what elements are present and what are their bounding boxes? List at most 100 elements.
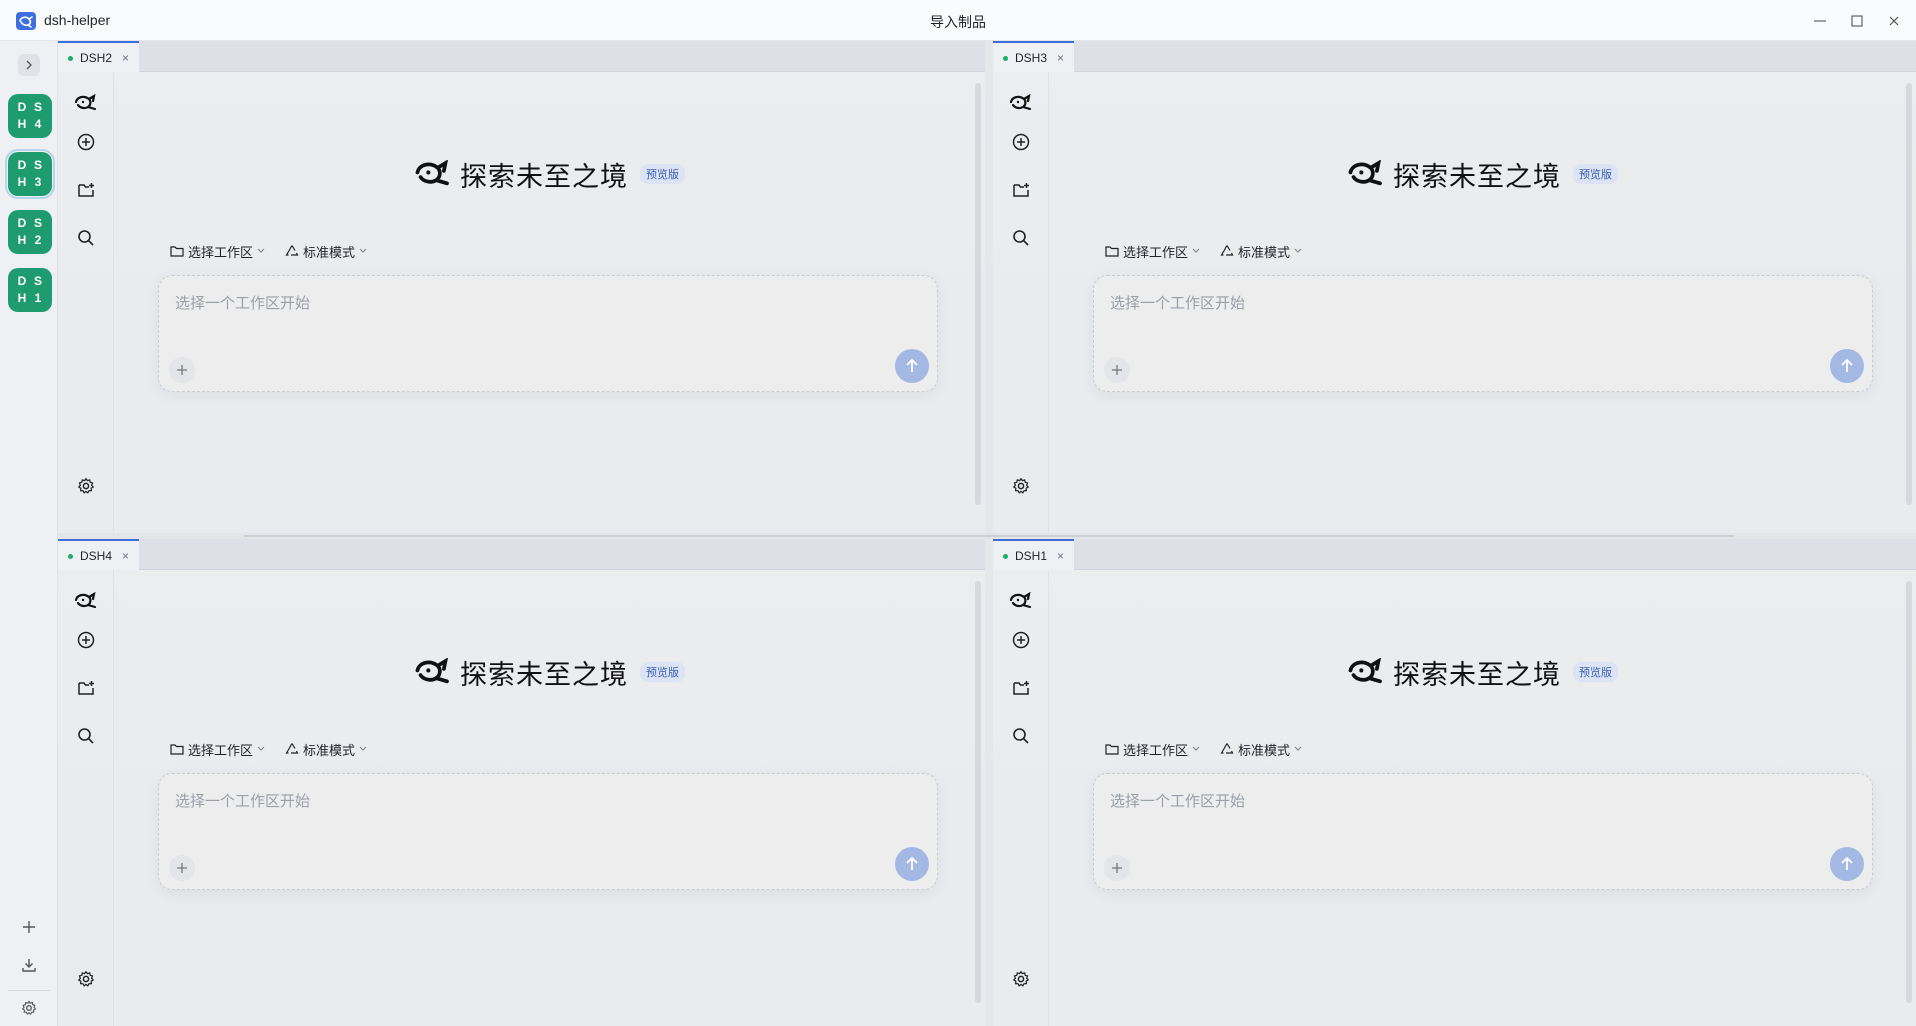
logo-icon <box>415 160 449 186</box>
workspace-letter: D <box>17 216 27 230</box>
add-folder-button[interactable] <box>1009 178 1033 202</box>
global-settings-button[interactable] <box>17 996 41 1020</box>
attach-button[interactable] <box>169 357 195 383</box>
add-folder-button[interactable] <box>1009 676 1033 700</box>
send-button[interactable] <box>1830 349 1864 383</box>
tab-dsh1[interactable]: DSH1 × <box>993 539 1075 570</box>
preview-badge: 预览版 <box>640 164 685 184</box>
pane-settings-button[interactable] <box>74 474 98 498</box>
search-button[interactable] <box>74 724 98 748</box>
send-button[interactable] <box>895 847 929 881</box>
mode-select[interactable]: 标准模式 <box>1220 242 1302 261</box>
workspace-dsh1[interactable]: D S H 1 <box>8 268 52 312</box>
logo-icon <box>1009 91 1033 115</box>
plus-icon <box>1112 863 1122 873</box>
workspace-select[interactable]: 选择工作区 <box>170 740 265 759</box>
plus-icon <box>1112 365 1122 375</box>
tab-close-icon[interactable]: × <box>122 51 129 65</box>
scrollbar[interactable] <box>975 581 981 1003</box>
plus-circle-icon <box>77 631 95 649</box>
message-composer[interactable]: 选择一个工作区开始 <box>1093 275 1873 392</box>
pane-settings-button[interactable] <box>74 967 98 991</box>
expand-sidebar-button[interactable] <box>18 54 40 76</box>
tab-label: DSH1 <box>1015 548 1048 563</box>
tab-label: DSH2 <box>80 50 113 65</box>
tab-label: DSH3 <box>1015 50 1048 65</box>
search-icon <box>78 728 94 744</box>
tab-bar: DSH2 × <box>58 41 985 72</box>
pane-toolbar <box>58 570 114 1026</box>
composer-options: 选择工作区 标准模式 <box>170 739 367 759</box>
pane-settings-button[interactable] <box>1009 967 1033 991</box>
mode-select-label: 标准模式 <box>1238 742 1291 758</box>
splitter-grip <box>244 535 1734 537</box>
search-button[interactable] <box>1009 724 1033 748</box>
attach-button[interactable] <box>1104 357 1130 383</box>
folder-plus-icon <box>1013 681 1029 695</box>
message-composer[interactable]: 选择一个工作区开始 <box>1093 773 1873 890</box>
status-dot <box>1003 554 1008 559</box>
recycle-icon <box>285 245 299 256</box>
workspace-dsh3[interactable]: D S H 3 <box>5 149 55 199</box>
search-button[interactable] <box>74 226 98 250</box>
logo-icon <box>1348 658 1382 684</box>
gear-icon <box>77 477 95 494</box>
send-button[interactable] <box>1830 847 1864 881</box>
status-dot <box>68 56 73 61</box>
tab-dsh2[interactable]: DSH2 × <box>58 41 140 72</box>
message-composer[interactable]: 选择一个工作区开始 <box>158 275 938 392</box>
search-icon <box>78 230 94 246</box>
add-folder-button[interactable] <box>74 676 98 700</box>
chevron-down-icon <box>257 248 265 253</box>
arrow-up-icon <box>1841 856 1853 870</box>
search-icon <box>1013 230 1029 246</box>
download-icon <box>22 959 36 972</box>
workspace-select[interactable]: 选择工作区 <box>1105 242 1200 261</box>
pane-settings-button[interactable] <box>1009 474 1033 498</box>
new-chat-button[interactable] <box>1009 628 1033 652</box>
composer-placeholder: 选择一个工作区开始 <box>1110 793 1246 810</box>
import-button[interactable] <box>17 953 41 977</box>
workspace-dsh2[interactable]: D S H 2 <box>8 210 52 254</box>
status-dot <box>68 554 73 559</box>
mode-select[interactable]: 标准模式 <box>285 242 367 261</box>
workspace-letter: S <box>33 158 42 172</box>
pane-toolbar <box>993 570 1049 1026</box>
attach-button[interactable] <box>169 855 195 881</box>
tab-close-icon[interactable]: × <box>1057 549 1064 563</box>
add-workspace-button[interactable] <box>17 915 41 939</box>
scrollbar[interactable] <box>1906 581 1912 1003</box>
arrow-up-icon <box>906 358 918 372</box>
message-composer[interactable]: 选择一个工作区开始 <box>158 773 938 890</box>
tab-dsh3[interactable]: DSH3 × <box>993 41 1075 72</box>
pane-toolbar <box>58 72 114 533</box>
chevron-down-icon <box>359 248 367 253</box>
workspace-letter: D <box>17 158 27 172</box>
workspace-select[interactable]: 选择工作区 <box>170 242 265 261</box>
tab-bar: DSH1 × <box>993 539 1916 570</box>
close-window-button[interactable] <box>1880 9 1908 33</box>
scrollbar[interactable] <box>1906 83 1912 505</box>
workspace-letter: D <box>17 100 27 114</box>
attach-button[interactable] <box>1104 855 1130 881</box>
workspace-select[interactable]: 选择工作区 <box>1105 740 1200 759</box>
new-chat-button[interactable] <box>74 130 98 154</box>
scrollbar[interactable] <box>975 83 981 505</box>
composer-options: 选择工作区 标准模式 <box>170 241 367 261</box>
minimize-button[interactable] <box>1806 9 1834 33</box>
mode-select[interactable]: 标准模式 <box>285 740 367 759</box>
tab-dsh4[interactable]: DSH4 × <box>58 539 140 570</box>
status-dot <box>1003 56 1008 61</box>
maximize-button[interactable] <box>1843 9 1871 33</box>
workspace-letter: S <box>33 216 42 230</box>
folder-plus-icon <box>78 183 94 197</box>
add-folder-button[interactable] <box>74 178 98 202</box>
workspace-dsh4[interactable]: D S H 4 <box>8 94 52 138</box>
tab-close-icon[interactable]: × <box>1057 51 1064 65</box>
new-chat-button[interactable] <box>1009 130 1033 154</box>
search-button[interactable] <box>1009 226 1033 250</box>
send-button[interactable] <box>895 349 929 383</box>
mode-select[interactable]: 标准模式 <box>1220 740 1302 759</box>
tab-close-icon[interactable]: × <box>122 549 129 563</box>
new-chat-button[interactable] <box>74 628 98 652</box>
